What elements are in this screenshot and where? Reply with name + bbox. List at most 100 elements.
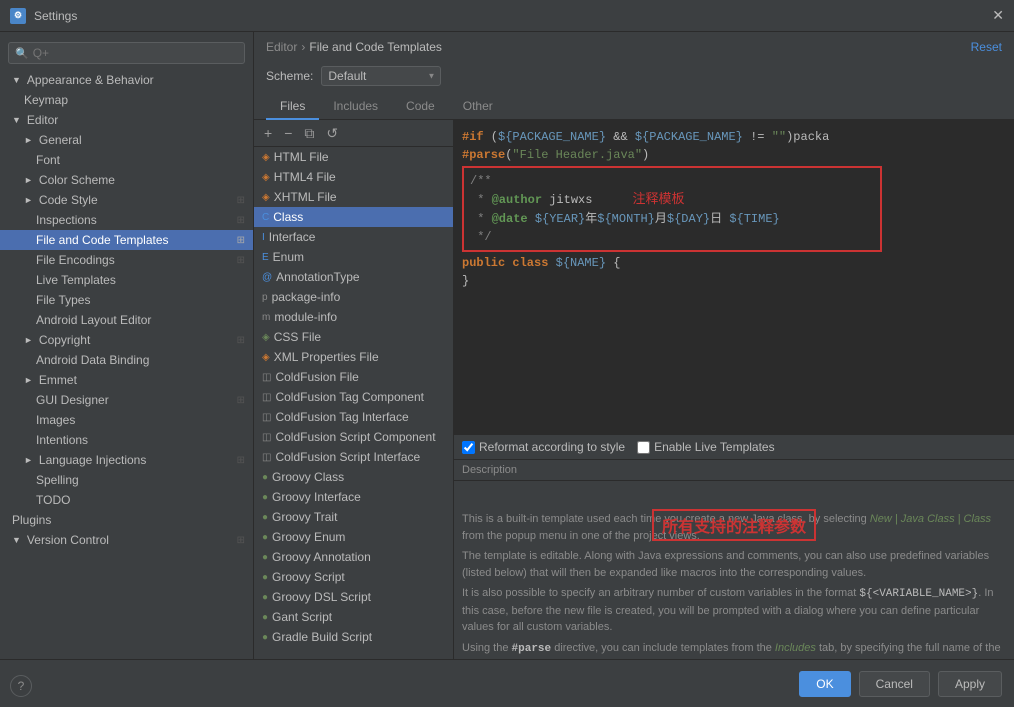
file-item-annotation[interactable]: @ AnnotationType: [254, 267, 453, 287]
code-editor[interactable]: #if (${PACKAGE_NAME} && ${PACKAGE_NAME} …: [454, 120, 1014, 434]
search-input[interactable]: [33, 46, 238, 60]
sidebar-item-appearance[interactable]: ▼ Appearance & Behavior: [0, 70, 253, 90]
file-item-interface[interactable]: I Interface: [254, 227, 453, 247]
groovy-class-icon: ●: [262, 472, 268, 483]
sidebar-item-general[interactable]: ► General: [0, 130, 253, 150]
code-line-7: public class ${NAME} {: [462, 254, 1006, 272]
tab-files[interactable]: Files: [266, 94, 319, 120]
content-area: Editor › File and Code Templates Reset S…: [254, 32, 1014, 659]
groovy-script-icon: ●: [262, 572, 268, 583]
html4-file-icon: ◈: [262, 172, 270, 183]
file-item-groovy-annotation[interactable]: ● Groovy Annotation: [254, 547, 453, 567]
sidebar-item-label: Keymap: [24, 93, 68, 107]
reformat-checkbox[interactable]: [462, 441, 475, 454]
file-item-cf-tag-component[interactable]: ◫ ColdFusion Tag Component: [254, 387, 453, 407]
file-item-module-info[interactable]: m module-info: [254, 307, 453, 327]
sidebar-item-inspections[interactable]: Inspections ⊞: [0, 210, 253, 230]
file-item-class[interactable]: C Class: [254, 207, 453, 227]
gradle-build-icon: ●: [262, 632, 268, 643]
sidebar-item-color-scheme[interactable]: ► Color Scheme: [0, 170, 253, 190]
sidebar-item-keymap[interactable]: Keymap: [0, 90, 253, 110]
file-item-groovy-dsl[interactable]: ● Groovy DSL Script: [254, 587, 453, 607]
file-item-css[interactable]: ◈ CSS File: [254, 327, 453, 347]
editor-pane: #if (${PACKAGE_NAME} && ${PACKAGE_NAME} …: [454, 120, 1014, 659]
search-box[interactable]: 🔍: [8, 42, 245, 64]
file-item-cf-script-component[interactable]: ◫ ColdFusion Script Component: [254, 427, 453, 447]
sidebar-item-language-injections[interactable]: ► Language Injections ⊞: [0, 450, 253, 470]
sidebar-item-code-style[interactable]: ► Code Style ⊞: [0, 190, 253, 210]
sidebar-item-plugins[interactable]: Plugins: [0, 510, 253, 530]
html-file-icon: ◈: [262, 152, 270, 163]
file-item-html4[interactable]: ◈ HTML4 File: [254, 167, 453, 187]
sidebar-item-emmet[interactable]: ► Emmet: [0, 370, 253, 390]
reset-template-button[interactable]: ↺: [322, 124, 342, 142]
file-item-html[interactable]: ◈ HTML File: [254, 147, 453, 167]
sidebar-item-version-control[interactable]: ▼ Version Control ⊞: [0, 530, 253, 550]
interface-file-icon: I: [262, 232, 265, 243]
file-item-label: Groovy DSL Script: [272, 590, 371, 604]
remove-template-button[interactable]: −: [280, 124, 296, 142]
description-header: Description: [454, 460, 1014, 481]
file-item-xml-properties[interactable]: ◈ XML Properties File: [254, 347, 453, 367]
reformat-checkbox-label[interactable]: Reformat according to style: [462, 440, 625, 454]
tab-code[interactable]: Code: [392, 94, 449, 120]
file-item-label: Groovy Annotation: [272, 550, 371, 564]
file-item-package-info[interactable]: p package-info: [254, 287, 453, 307]
sidebar-item-editor[interactable]: ▼ Editor: [0, 110, 253, 130]
sidebar-item-file-and-code-templates[interactable]: File and Code Templates ⊞: [0, 230, 253, 250]
file-item-enum[interactable]: E Enum: [254, 247, 453, 267]
sidebar-item-intentions[interactable]: Intentions: [0, 430, 253, 450]
xml-file-icon: ◈: [262, 352, 270, 363]
file-item-gradle-build[interactable]: ● Gradle Build Script: [254, 627, 453, 647]
sidebar-item-file-types[interactable]: File Types: [0, 290, 253, 310]
expand-arrow: ►: [24, 175, 33, 185]
file-item-groovy-trait[interactable]: ● Groovy Trait: [254, 507, 453, 527]
title-bar: ⚙ Settings ✕: [0, 0, 1014, 32]
breadcrumb-parent: Editor: [266, 40, 297, 54]
sidebar-item-spelling[interactable]: Spelling: [0, 470, 253, 490]
file-item-xhtml[interactable]: ◈ XHTML File: [254, 187, 453, 207]
reset-button[interactable]: Reset: [971, 40, 1002, 54]
file-item-coldfusion[interactable]: ◫ ColdFusion File: [254, 367, 453, 387]
sidebar-item-todo[interactable]: TODO: [0, 490, 253, 510]
breadcrumb-current: File and Code Templates: [309, 40, 442, 54]
apply-button[interactable]: Apply: [938, 671, 1002, 697]
file-item-groovy-class[interactable]: ● Groovy Class: [254, 467, 453, 487]
file-item-groovy-interface[interactable]: ● Groovy Interface: [254, 487, 453, 507]
help-button[interactable]: ?: [10, 675, 32, 697]
cf-script-component-icon: ◫: [262, 432, 271, 443]
file-item-groovy-enum[interactable]: ● Groovy Enum: [254, 527, 453, 547]
sidebar-item-label: Emmet: [39, 373, 77, 387]
live-templates-checkbox-label[interactable]: Enable Live Templates: [637, 440, 775, 454]
file-item-label: ColdFusion Tag Component: [275, 390, 424, 404]
sidebar-item-android-data-binding[interactable]: Android Data Binding: [0, 350, 253, 370]
file-item-cf-script-interface[interactable]: ◫ ColdFusion Script Interface: [254, 447, 453, 467]
add-template-button[interactable]: +: [260, 124, 276, 142]
tab-includes[interactable]: Includes: [319, 94, 392, 120]
description-panel: Description 所有支持的注释参数 This is a built-in…: [454, 459, 1014, 659]
sidebar-item-images[interactable]: Images: [0, 410, 253, 430]
live-templates-checkbox[interactable]: [637, 441, 650, 454]
file-item-cf-tag-interface[interactable]: ◫ ColdFusion Tag Interface: [254, 407, 453, 427]
sidebar-item-label: GUI Designer: [36, 393, 109, 407]
file-item-label: AnnotationType: [276, 270, 359, 284]
tab-other[interactable]: Other: [449, 94, 507, 120]
sidebar-item-gui-designer[interactable]: GUI Designer ⊞: [0, 390, 253, 410]
cancel-button[interactable]: Cancel: [859, 671, 930, 697]
copy-template-button[interactable]: ⧉: [300, 124, 318, 142]
sidebar-item-label: Android Layout Editor: [36, 313, 151, 327]
sidebar-item-live-templates[interactable]: Live Templates: [0, 270, 253, 290]
sidebar-item-android-layout-editor[interactable]: Android Layout Editor: [0, 310, 253, 330]
ok-button[interactable]: OK: [799, 671, 850, 697]
close-button[interactable]: ✕: [992, 7, 1004, 24]
file-item-groovy-script[interactable]: ● Groovy Script: [254, 567, 453, 587]
file-item-label: HTML4 File: [274, 170, 336, 184]
sidebar-item-file-encodings[interactable]: File Encodings ⊞: [0, 250, 253, 270]
sidebar-item-font[interactable]: Font: [0, 150, 253, 170]
groovy-dsl-icon: ●: [262, 592, 268, 603]
scheme-select[interactable]: Default Project: [321, 66, 441, 86]
file-item-gant-script[interactable]: ● Gant Script: [254, 607, 453, 627]
groovy-interface-icon: ●: [262, 492, 268, 503]
scheme-wrapper: Default Project: [321, 66, 441, 86]
sidebar-item-copyright[interactable]: ► Copyright ⊞: [0, 330, 253, 350]
